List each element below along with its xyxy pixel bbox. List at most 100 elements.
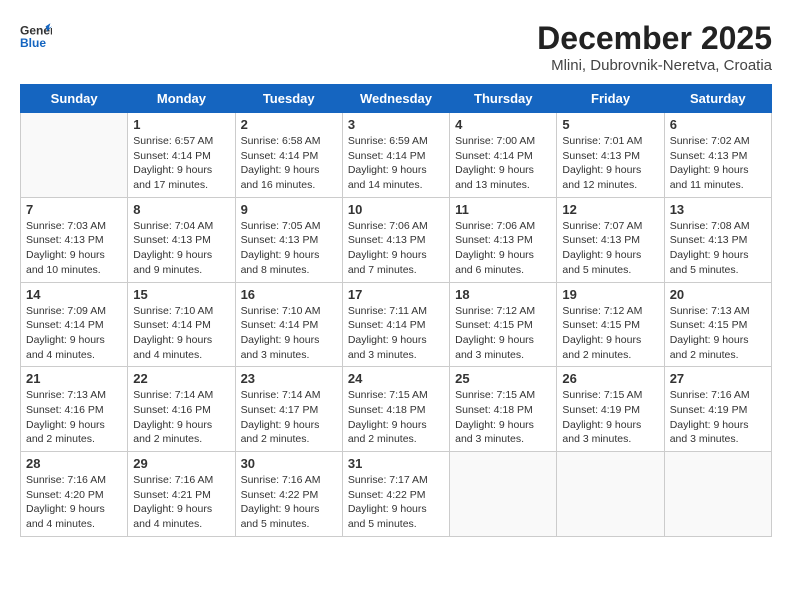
day-number: 22 (133, 371, 229, 386)
day-info: Sunrise: 6:57 AM Sunset: 4:14 PM Dayligh… (133, 134, 229, 193)
day-number: 30 (241, 456, 337, 471)
calendar-cell: 22 Sunrise: 7:14 AM Sunset: 4:16 PM Dayli… (128, 367, 235, 452)
day-info: Sunrise: 7:15 AM Sunset: 4:19 PM Dayligh… (562, 388, 658, 447)
calendar-cell: 10Sunrise: 7:06 AM Sunset: 4:13 PM Dayli… (342, 197, 449, 282)
calendar-cell: 24 Sunrise: 7:15 AM Sunset: 4:18 PM Dayli… (342, 367, 449, 452)
day-info: Sunrise: 7:10 AM Sunset: 4:14 PM Dayligh… (241, 304, 337, 363)
day-number: 8 (133, 202, 229, 217)
day-info: Sunrise: 7:08 AM Sunset: 4:13 PM Dayligh… (670, 219, 766, 278)
calendar-cell: 3 Sunrise: 6:59 AM Sunset: 4:14 PM Daylig… (342, 113, 449, 198)
day-number: 3 (348, 117, 444, 132)
day-info: Sunrise: 7:07 AM Sunset: 4:13 PM Dayligh… (562, 219, 658, 278)
calendar-week-1: 1 Sunrise: 6:57 AM Sunset: 4:14 PM Daylig… (21, 113, 772, 198)
day-number: 29 (133, 456, 229, 471)
day-number: 15 (133, 287, 229, 302)
day-number: 12 (562, 202, 658, 217)
day-number: 20 (670, 287, 766, 302)
day-number: 17 (348, 287, 444, 302)
day-number: 18 (455, 287, 551, 302)
weekday-header-monday: Monday (128, 85, 235, 113)
calendar-cell: 26 Sunrise: 7:15 AM Sunset: 4:19 PM Dayli… (557, 367, 664, 452)
day-info: Sunrise: 6:58 AM Sunset: 4:14 PM Dayligh… (241, 134, 337, 193)
day-info: Sunrise: 7:12 AM Sunset: 4:15 PM Dayligh… (455, 304, 551, 363)
weekday-header-thursday: Thursday (450, 85, 557, 113)
day-info: Sunrise: 7:17 AM Sunset: 4:22 PM Dayligh… (348, 473, 444, 532)
day-number: 19 (562, 287, 658, 302)
day-info: Sunrise: 7:16 AM Sunset: 4:22 PM Dayligh… (241, 473, 337, 532)
day-number: 21 (26, 371, 122, 386)
calendar-cell: 17 Sunrise: 7:11 AM Sunset: 4:14 PM Dayli… (342, 282, 449, 367)
calendar-cell: 2 Sunrise: 6:58 AM Sunset: 4:14 PM Daylig… (235, 113, 342, 198)
calendar-cell: 11 Sunrise: 7:06 AM Sunset: 4:13 PM Dayli… (450, 197, 557, 282)
day-number: 9 (241, 202, 337, 217)
day-info: Sunrise: 7:12 AM Sunset: 4:15 PM Dayligh… (562, 304, 658, 363)
calendar-cell: 21 Sunrise: 7:13 AM Sunset: 4:16 PM Dayli… (21, 367, 128, 452)
calendar-cell: 16 Sunrise: 7:10 AM Sunset: 4:14 PM Dayli… (235, 282, 342, 367)
day-info: Sunrise: 7:14 AM Sunset: 4:16 PM Dayligh… (133, 388, 229, 447)
weekday-header-sunday: Sunday (21, 85, 128, 113)
day-info: Sunrise: 7:14 AM Sunset: 4:17 PM Dayligh… (241, 388, 337, 447)
calendar-header-row: SundayMondayTuesdayWednesdayThursdayFrid… (21, 85, 772, 113)
day-info: Sunrise: 7:05 AM Sunset: 4:13 PM Dayligh… (241, 219, 337, 278)
day-number: 28 (26, 456, 122, 471)
day-number: 23 (241, 371, 337, 386)
day-info: Sunrise: 7:06 AM Sunset: 4:13 PM Dayligh… (348, 219, 444, 278)
day-number: 13 (670, 202, 766, 217)
day-number: 7 (26, 202, 122, 217)
day-number: 14 (26, 287, 122, 302)
calendar-cell: 25Sunrise: 7:15 AM Sunset: 4:18 PM Dayli… (450, 367, 557, 452)
calendar-cell: 28Sunrise: 7:16 AM Sunset: 4:20 PM Dayli… (21, 452, 128, 537)
page-header: General Blue December 2025 Mlini, Dubrov… (20, 20, 772, 74)
calendar-cell: 8Sunrise: 7:04 AM Sunset: 4:13 PM Daylig… (128, 197, 235, 282)
calendar-cell: 5 Sunrise: 7:01 AM Sunset: 4:13 PM Daylig… (557, 113, 664, 198)
day-number: 2 (241, 117, 337, 132)
calendar-cell (21, 113, 128, 198)
day-info: Sunrise: 7:01 AM Sunset: 4:13 PM Dayligh… (562, 134, 658, 193)
calendar-body: 1 Sunrise: 6:57 AM Sunset: 4:14 PM Daylig… (21, 113, 772, 537)
weekday-header-saturday: Saturday (664, 85, 771, 113)
day-number: 27 (670, 371, 766, 386)
svg-text:Blue: Blue (20, 36, 46, 50)
day-number: 26 (562, 371, 658, 386)
day-info: Sunrise: 7:11 AM Sunset: 4:14 PM Dayligh… (348, 304, 444, 363)
calendar-cell: 31Sunrise: 7:17 AM Sunset: 4:22 PM Dayli… (342, 452, 449, 537)
day-number: 1 (133, 117, 229, 132)
day-info: Sunrise: 7:06 AM Sunset: 4:13 PM Dayligh… (455, 219, 551, 278)
weekday-header-wednesday: Wednesday (342, 85, 449, 113)
day-info: Sunrise: 6:59 AM Sunset: 4:14 PM Dayligh… (348, 134, 444, 193)
day-info: Sunrise: 7:00 AM Sunset: 4:14 PM Dayligh… (455, 134, 551, 193)
calendar-cell: 27 Sunrise: 7:16 AM Sunset: 4:19 PM Dayli… (664, 367, 771, 452)
day-number: 11 (455, 202, 551, 217)
day-number: 24 (348, 371, 444, 386)
calendar-cell: 14Sunrise: 7:09 AM Sunset: 4:14 PM Dayli… (21, 282, 128, 367)
calendar-cell: 30 Sunrise: 7:16 AM Sunset: 4:22 PM Dayli… (235, 452, 342, 537)
day-info: Sunrise: 7:13 AM Sunset: 4:16 PM Dayligh… (26, 388, 122, 447)
calendar-cell: 6Sunrise: 7:02 AM Sunset: 4:13 PM Daylig… (664, 113, 771, 198)
day-info: Sunrise: 7:13 AM Sunset: 4:15 PM Dayligh… (670, 304, 766, 363)
day-info: Sunrise: 7:03 AM Sunset: 4:13 PM Dayligh… (26, 219, 122, 278)
calendar-cell (450, 452, 557, 537)
day-number: 4 (455, 117, 551, 132)
calendar-cell (664, 452, 771, 537)
logo: General Blue (20, 20, 52, 52)
calendar-cell: 13 Sunrise: 7:08 AM Sunset: 4:13 PM Dayli… (664, 197, 771, 282)
day-info: Sunrise: 7:16 AM Sunset: 4:19 PM Dayligh… (670, 388, 766, 447)
calendar-week-4: 21 Sunrise: 7:13 AM Sunset: 4:16 PM Dayli… (21, 367, 772, 452)
calendar-table: SundayMondayTuesdayWednesdayThursdayFrid… (20, 84, 772, 537)
day-number: 5 (562, 117, 658, 132)
day-info: Sunrise: 7:10 AM Sunset: 4:14 PM Dayligh… (133, 304, 229, 363)
day-info: Sunrise: 7:15 AM Sunset: 4:18 PM Dayligh… (348, 388, 444, 447)
calendar-cell (557, 452, 664, 537)
calendar-cell: 18 Sunrise: 7:12 AM Sunset: 4:15 PM Dayli… (450, 282, 557, 367)
day-number: 6 (670, 117, 766, 132)
weekday-header-tuesday: Tuesday (235, 85, 342, 113)
day-number: 16 (241, 287, 337, 302)
day-info: Sunrise: 7:16 AM Sunset: 4:21 PM Dayligh… (133, 473, 229, 532)
day-info: Sunrise: 7:15 AM Sunset: 4:18 PM Dayligh… (455, 388, 551, 447)
calendar-cell: 4 Sunrise: 7:00 AM Sunset: 4:14 PM Daylig… (450, 113, 557, 198)
calendar-cell: 20 Sunrise: 7:13 AM Sunset: 4:15 PM Dayli… (664, 282, 771, 367)
calendar-cell: 29 Sunrise: 7:16 AM Sunset: 4:21 PM Dayli… (128, 452, 235, 537)
calendar-cell: 1 Sunrise: 6:57 AM Sunset: 4:14 PM Daylig… (128, 113, 235, 198)
calendar-cell: 7 Sunrise: 7:03 AM Sunset: 4:13 PM Daylig… (21, 197, 128, 282)
main-title: December 2025 (537, 20, 772, 57)
